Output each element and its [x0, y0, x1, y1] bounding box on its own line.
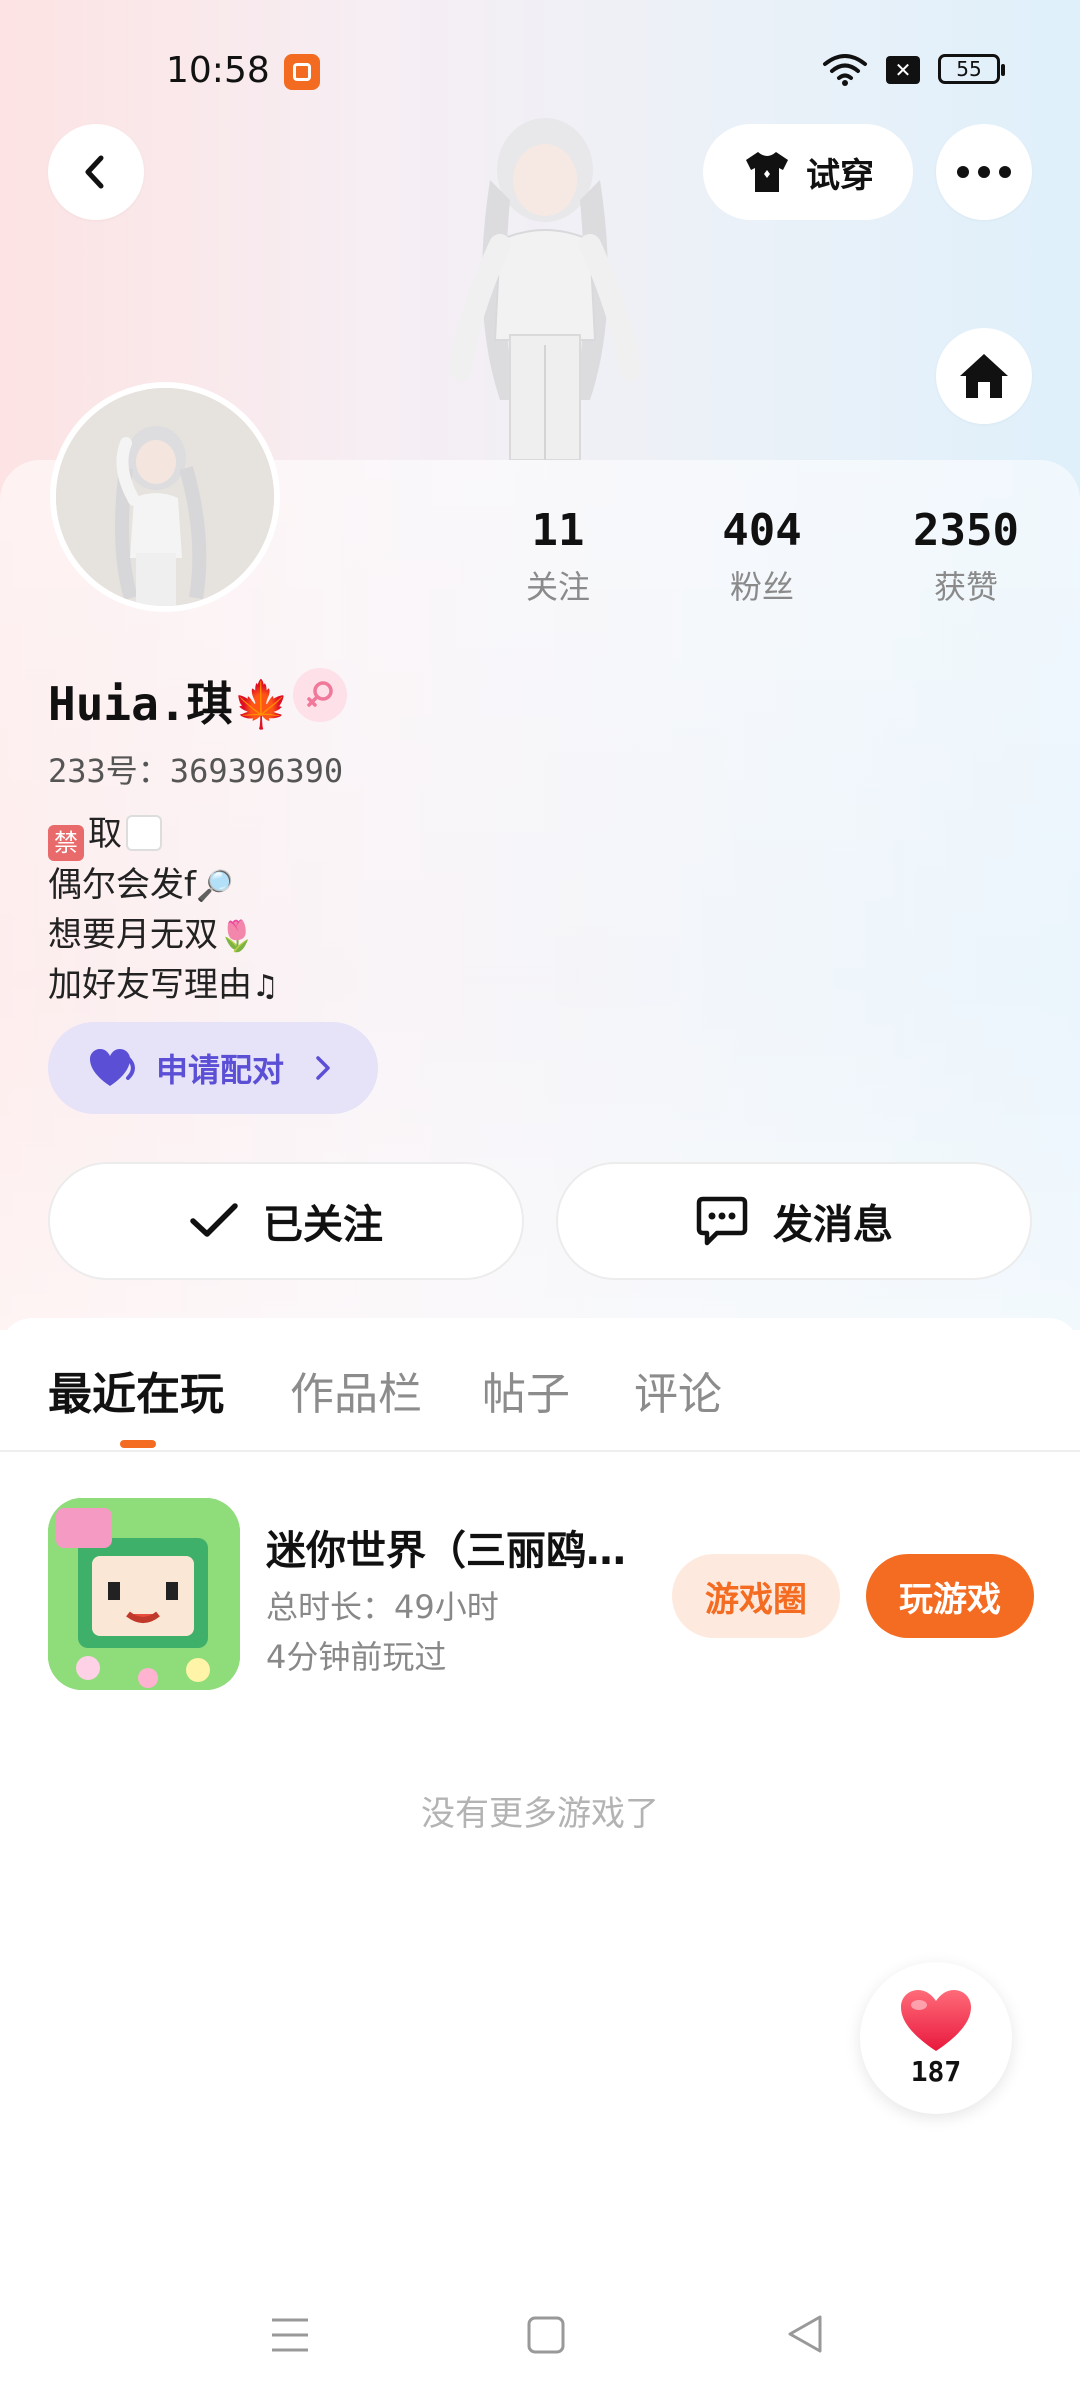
apply-match-label: 申请配对	[156, 1051, 285, 1089]
battery-icon: 55	[938, 54, 1005, 84]
bio-line-4: 加好友写理由♫	[48, 965, 279, 1005]
character-figure	[449, 118, 641, 460]
followers-stat[interactable]: 404 粉丝	[662, 505, 862, 608]
play-game-button[interactable]: 玩游戏	[866, 1554, 1034, 1638]
status-time: 10:58	[166, 50, 270, 91]
apply-match-button[interactable]: 申请配对	[48, 1022, 378, 1114]
chevron-right-icon	[316, 1056, 330, 1080]
home-icon	[960, 354, 1008, 398]
try-on-button[interactable]: 试穿	[703, 124, 913, 220]
home-button[interactable]	[936, 328, 1032, 424]
game-total-time: 总时长：49小时	[266, 1588, 499, 1626]
magnifier-emoji-icon: 🔎	[195, 869, 234, 904]
game-list-item[interactable]: 迷你世界（三丽鸥… 总时长：49小时 4分钟前玩过 游戏圈 玩游戏	[48, 1498, 1038, 1694]
back-button[interactable]	[48, 124, 144, 220]
check-icon	[190, 1203, 238, 1237]
mini-world-game-art	[48, 1498, 240, 1690]
send-message-label: 发消息	[773, 1202, 893, 1248]
avatar-image	[56, 388, 274, 606]
try-on-label: 试穿	[806, 155, 874, 196]
followers-label: 粉丝	[729, 568, 794, 606]
send-message-button[interactable]: 发消息	[556, 1162, 1032, 1280]
tab-comments[interactable]: 评论	[634, 1358, 722, 1422]
following-stat[interactable]: 11 关注	[458, 505, 658, 608]
app-notification-icon	[284, 54, 320, 90]
bio-line-3: 想要月无双🌷	[48, 915, 256, 955]
avatar[interactable]	[50, 382, 280, 612]
wifi-icon	[823, 54, 867, 86]
tab-works[interactable]: 作品栏	[290, 1358, 422, 1422]
female-icon	[307, 681, 333, 707]
more-dots-icon	[957, 166, 1011, 178]
like-count: 187	[910, 2054, 962, 2088]
following-button[interactable]: 已关注	[48, 1162, 524, 1280]
forbidden-emoji-icon: 禁	[48, 825, 84, 861]
game-icon	[48, 1498, 240, 1690]
tab-posts[interactable]: 帖子	[482, 1358, 570, 1422]
tab-recently-played[interactable]: 最近在玩	[48, 1358, 224, 1422]
content-panel	[0, 1318, 1080, 2400]
chat-bubble-icon	[696, 1196, 748, 1246]
no-sim-icon: ✕	[886, 56, 920, 84]
heart-icon	[901, 1989, 971, 2051]
followers-count: 404	[722, 505, 802, 556]
shirt-icon	[746, 152, 788, 192]
menu-icon[interactable]	[270, 2316, 310, 2354]
bio-line-2: 偶尔会发f🔎	[48, 865, 234, 905]
following-button-label: 已关注	[263, 1202, 383, 1248]
likes-stat[interactable]: 2350 获赞	[866, 505, 1066, 608]
more-options-button[interactable]	[936, 124, 1032, 220]
user-id: 233号：369396390	[48, 752, 344, 790]
music-note-emoji-icon: ♫	[252, 969, 279, 1004]
game-circle-button[interactable]: 游戏圈	[672, 1554, 840, 1638]
tulip-emoji-icon: 🌷	[218, 919, 256, 954]
status-bar: 10:58 ✕ 55	[0, 40, 1080, 100]
like-button[interactable]: 187	[860, 1962, 1012, 2114]
purple-heart-icon	[90, 1049, 135, 1086]
game-last-played: 4分钟前玩过	[266, 1638, 447, 1676]
system-navigation-bar	[0, 2300, 1080, 2370]
profile-tabs: 最近在玩 作品栏 帖子 评论	[0, 1318, 1080, 1452]
bio: 禁取 偶尔会发f🔎 想要月无双🌷 加好友写理由♫	[48, 810, 279, 1011]
back-nav-icon[interactable]	[786, 2314, 824, 2354]
chevron-left-icon	[85, 155, 104, 189]
following-count: 11	[531, 505, 585, 556]
bio-line-1: 禁取	[48, 810, 279, 861]
home-nav-icon[interactable]	[527, 2316, 565, 2354]
no-more-games-text: 没有更多游戏了	[421, 1794, 659, 1834]
likes-received-label: 获赞	[933, 568, 998, 606]
following-label: 关注	[525, 568, 590, 606]
calendar-emoji-icon	[126, 815, 162, 851]
likes-received-count: 2350	[913, 505, 1019, 556]
active-tab-indicator	[120, 1440, 156, 1448]
female-gender-badge	[293, 668, 347, 722]
game-title: 迷你世界（三丽鸥…	[266, 1528, 626, 1574]
username: Huia.琪🍁	[48, 677, 290, 731]
